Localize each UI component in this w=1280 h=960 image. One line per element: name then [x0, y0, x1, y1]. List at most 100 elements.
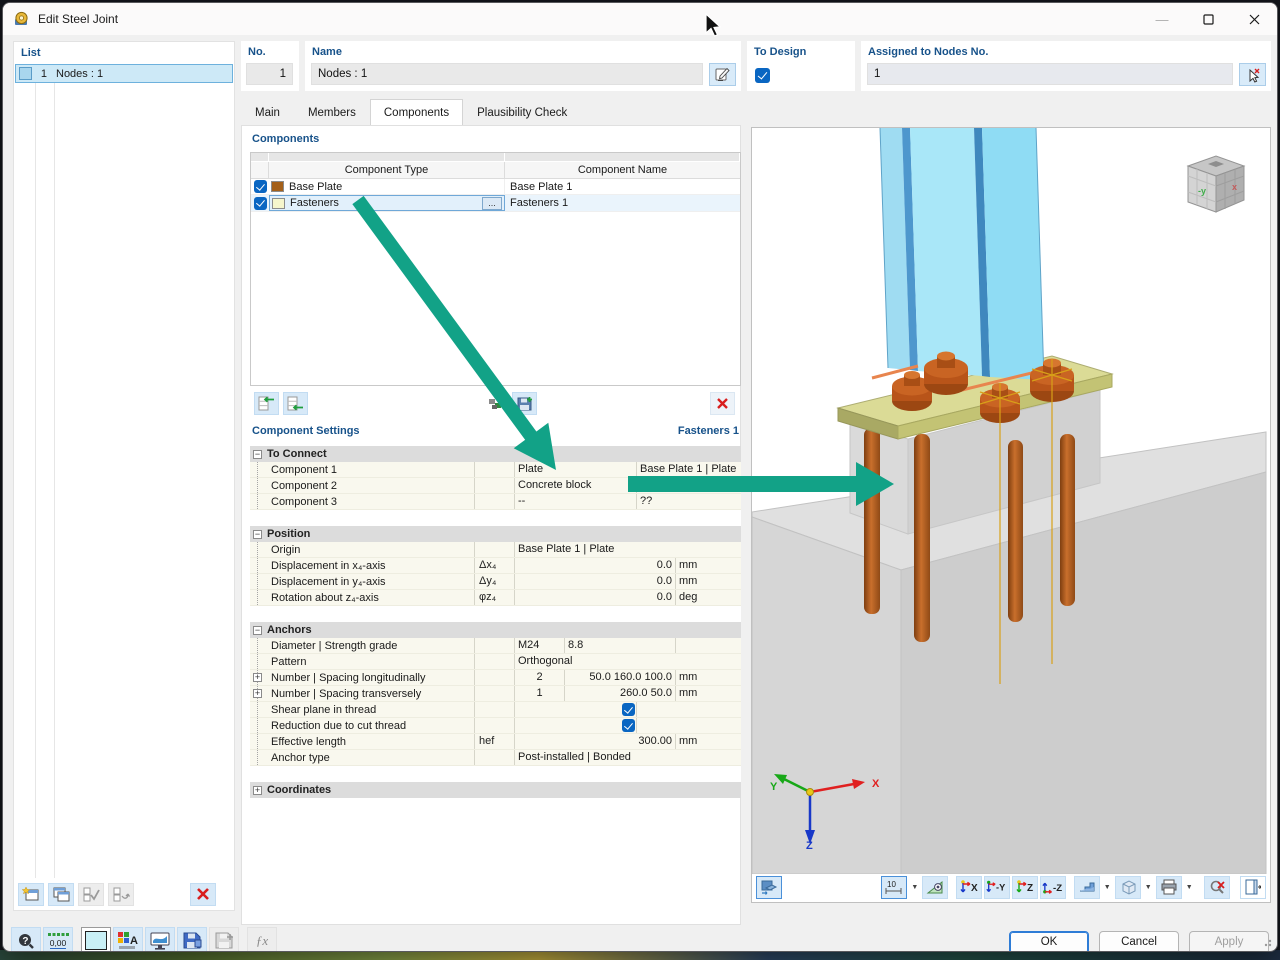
setting-row-spacing-transverse[interactable]: + Number | Spacing transversely 1 260.0 … — [250, 686, 741, 702]
displacement-x4-value[interactable]: 0.0 — [514, 558, 675, 573]
tab-plausibility-check[interactable]: Plausibility Check — [463, 99, 581, 125]
minimize-button[interactable]: — — [1139, 3, 1185, 35]
expand-icon[interactable]: + — [253, 689, 262, 698]
name-input[interactable]: Nodes : 1 — [311, 63, 703, 85]
collapse-icon[interactable]: − — [253, 530, 262, 539]
component-1-ref[interactable]: Base Plate 1 | Plate — [636, 462, 741, 477]
spacing-long-count[interactable]: 2 — [514, 670, 564, 685]
rotation-z4-value[interactable]: 0.0 — [514, 590, 675, 605]
resize-grip[interactable] — [1261, 936, 1273, 948]
shear-plane-checkbox[interactable] — [622, 703, 635, 716]
setting-row-spacing-longitudinal[interactable]: + Number | Spacing longitudinally 2 50.0… — [250, 670, 741, 686]
section-position[interactable]: − Position — [250, 526, 741, 542]
collapse-icon[interactable]: − — [253, 450, 262, 459]
no-input[interactable]: 1 — [246, 63, 293, 85]
expand-icon[interactable]: + — [253, 786, 262, 795]
background-color-button[interactable] — [81, 927, 111, 952]
new-joint-button[interactable] — [18, 883, 44, 906]
tab-members[interactable]: Members — [294, 99, 370, 125]
spacing-trans-values[interactable]: 260.0 50.0 — [564, 686, 675, 701]
show-dimensions-button[interactable] — [922, 876, 948, 899]
select-nodes-button[interactable] — [1239, 63, 1266, 86]
print-button[interactable] — [1156, 876, 1182, 899]
save-as-default-button[interactable] — [209, 927, 239, 952]
view-minus-z-button[interactable]: -Z — [1040, 876, 1066, 899]
check-all-button[interactable] — [78, 883, 104, 906]
tab-components[interactable]: Components — [370, 99, 463, 125]
section-to-connect[interactable]: − To Connect — [250, 446, 741, 462]
display-mode-dropdown[interactable]: ▼ — [1102, 876, 1113, 899]
setting-row-cut-thread[interactable]: Reduction due to cut thread — [250, 718, 741, 734]
setting-row-displacement-y4[interactable]: Displacement in y₄-axis Δy₄ 0.0 mm — [250, 574, 741, 590]
pattern-value[interactable]: Orthogonal — [514, 654, 741, 669]
cancel-zoom-button[interactable] — [1204, 876, 1230, 899]
collapse-icon[interactable]: − — [253, 626, 262, 635]
component-2-type[interactable]: Concrete block — [514, 478, 636, 493]
diameter-value[interactable]: M24 — [514, 638, 564, 653]
ok-button[interactable]: OK — [1009, 931, 1089, 952]
rendering-button[interactable] — [145, 927, 175, 952]
side-panel-toggle-button[interactable] — [1240, 876, 1266, 899]
cut-thread-checkbox[interactable] — [622, 719, 635, 732]
setting-row-effective-length[interactable]: Effective length hef 300.00 mm — [250, 734, 741, 750]
setting-row-shear-plane[interactable]: Shear plane in thread — [250, 702, 741, 718]
nav-cube-minus-y-label[interactable]: -y — [1198, 186, 1206, 196]
dimension-dropdown[interactable]: ▼ — [909, 876, 920, 899]
section-anchors[interactable]: − Anchors — [250, 622, 741, 638]
origin-value[interactable]: Base Plate 1 | Plate — [514, 542, 741, 557]
isometric-view-button[interactable] — [756, 876, 782, 899]
print-dropdown[interactable]: ▼ — [1184, 876, 1195, 899]
steel-column[interactable] — [880, 128, 1044, 380]
decimal-places-button[interactable]: 0,00 — [43, 927, 73, 952]
setting-row-origin[interactable]: Origin Base Plate 1 | Plate — [250, 542, 741, 558]
strength-grade-value[interactable]: 8.8 — [564, 638, 675, 653]
maximize-button[interactable] — [1185, 3, 1231, 35]
spacing-trans-count[interactable]: 1 — [514, 686, 564, 701]
setting-row-diameter-grade[interactable]: Diameter | Strength grade M24 8.8 — [250, 638, 741, 654]
displacement-y4-value[interactable]: 0.0 — [514, 574, 675, 589]
delete-component-button[interactable] — [710, 392, 735, 415]
save-component-button[interactable] — [512, 392, 537, 415]
fasteners-more-button[interactable]: ... — [482, 197, 502, 210]
anchor-type-value[interactable]: Post-installed | Bonded — [514, 750, 741, 765]
delete-joint-button[interactable] — [190, 883, 216, 906]
insert-row-before-button[interactable] — [254, 392, 279, 415]
navigation-cube[interactable]: -y x — [1176, 150, 1256, 220]
rename-button[interactable] — [709, 63, 736, 86]
section-coordinates[interactable]: + Coordinates — [250, 782, 741, 798]
wireframe-cube-button[interactable] — [1115, 876, 1141, 899]
functions-button[interactable]: ƒx — [247, 927, 277, 952]
view-x-button[interactable]: X — [956, 876, 982, 899]
component-3-type[interactable]: -- — [514, 494, 636, 509]
copy-joint-button[interactable] — [48, 883, 74, 906]
component-1-type[interactable]: Plate — [514, 462, 636, 477]
setting-row-component-3[interactable]: Component 3 -- ?? — [250, 494, 741, 510]
component-3-ref[interactable]: ?? — [636, 494, 741, 509]
cancel-button[interactable]: Cancel — [1099, 931, 1179, 952]
assigned-nodes-input[interactable]: 1 — [867, 63, 1233, 85]
apply-button[interactable]: Apply — [1189, 931, 1269, 952]
spacing-long-values[interactable]: 50.0 160.0 100.0 — [564, 670, 675, 685]
view-z-button[interactable]: Z — [1012, 876, 1038, 899]
effective-length-value[interactable]: 300.00 — [514, 734, 675, 749]
help-button[interactable]: ? — [11, 927, 41, 952]
view-minus-y-button[interactable]: -Y — [984, 876, 1010, 899]
setting-row-pattern[interactable]: Pattern Orthogonal — [250, 654, 741, 670]
tab-main[interactable]: Main — [241, 99, 294, 125]
component-2-ref[interactable] — [636, 478, 741, 493]
expand-icon[interactable]: + — [253, 673, 262, 682]
3d-viewport[interactable]: -y x X Y Z 10 ▼ — [751, 127, 1271, 903]
fasteners-checkbox[interactable] — [254, 197, 267, 210]
base-plate-checkbox[interactable] — [254, 180, 267, 193]
save-settings-button[interactable] — [177, 927, 207, 952]
setting-row-component-2[interactable]: Component 2 Concrete block — [250, 478, 741, 494]
setting-row-rotation-z4[interactable]: Rotation about z₄-axis φz₄ 0.0 deg — [250, 590, 741, 606]
invert-check-button[interactable] — [108, 883, 134, 906]
dimension-lines-button[interactable]: 10 — [881, 876, 907, 899]
to-design-checkbox[interactable] — [755, 68, 770, 83]
display-mode-button[interactable] — [1074, 876, 1100, 899]
list-item-nodes-1[interactable]: 1 Nodes : 1 — [15, 64, 233, 83]
table-row-fasteners[interactable]: Fasteners ... Fasteners 1 — [251, 195, 740, 212]
display-properties-button[interactable]: A — [113, 927, 143, 952]
setting-row-anchor-type[interactable]: Anchor type Post-installed | Bonded — [250, 750, 741, 766]
